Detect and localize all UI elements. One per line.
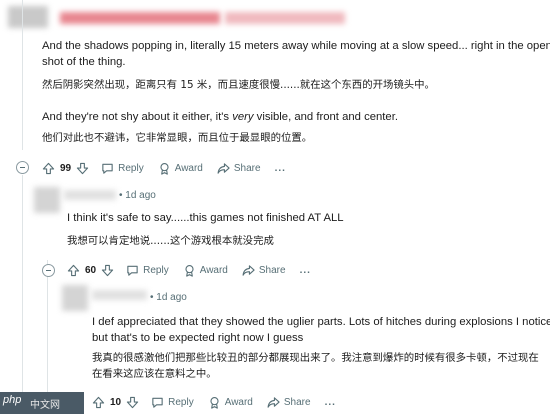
award-icon (185, 264, 194, 277)
more-icon[interactable]: ... (325, 397, 336, 408)
comment-2-actions: 60 Reply Award Share ... (67, 261, 311, 279)
comment-1-award-button[interactable]: Award (158, 162, 203, 175)
redacted-header-meta (225, 12, 345, 24)
comment-3-meta: • 1d ago (150, 292, 187, 303)
comment-2-time: 1d ago (125, 190, 156, 201)
upvote-icon[interactable] (42, 162, 55, 175)
comment-1-reply-label: Reply (118, 162, 144, 174)
comment-3-score: 10 (110, 396, 122, 408)
comment-2-award-label: Award (199, 264, 228, 276)
award-icon (160, 162, 169, 175)
comment-2-translation: 我想可以肯定地说......这个游戏根本就没完成 (67, 235, 274, 247)
comment-2-reply-label: Reply (143, 264, 169, 276)
comment-2-username (64, 190, 116, 200)
comment-1-actions: 99 Reply Award Share ... (42, 159, 286, 177)
comment-3-actions: 10 Reply Award Share ... (92, 393, 336, 411)
downvote-icon[interactable] (126, 396, 139, 409)
share-icon (242, 264, 255, 276)
comment-1-line-3-post: visible, and front and center. (253, 111, 398, 123)
comment-3-line-2: but that's to be expected right now I gu… (92, 332, 304, 344)
comment-2-meta: • 1d ago (119, 190, 156, 201)
comment-3-award-label: Award (224, 396, 253, 408)
collapse-icon[interactable] (16, 161, 29, 174)
downvote-icon[interactable] (76, 162, 89, 175)
comment-1-score: 99 (60, 162, 72, 174)
thread-line-root-children (22, 175, 23, 414)
comment-1-share-label: Share (233, 162, 261, 174)
comment-3-share-label: Share (283, 396, 311, 408)
comment-3-line-1: I def appreciated that they showed the u… (92, 316, 550, 328)
comment-1-award-label: Award (174, 162, 203, 174)
comment-1-vote: 99 (42, 162, 89, 175)
share-icon (217, 162, 230, 174)
share-icon (267, 396, 280, 408)
comment-3-reply-label: Reply (168, 396, 194, 408)
downvote-icon[interactable] (101, 264, 114, 277)
comment-2-score: 60 (85, 264, 97, 276)
watermark-site: 中文网 (30, 400, 60, 411)
comment-1-line-3: And they're not shy about it either, it'… (42, 109, 398, 125)
comment-1-line-3-pre: And they're not shy about it either, it'… (42, 111, 233, 123)
thread-line-root (22, 0, 23, 150)
reply-icon (152, 397, 163, 408)
reply-icon (127, 265, 138, 276)
comment-2-share-button[interactable]: Share (242, 264, 286, 277)
comment-3-reply-button[interactable]: Reply (151, 396, 194, 409)
upvote-icon[interactable] (67, 264, 80, 277)
comment-1-line-2: shot of the thing. (42, 56, 126, 68)
comment-1-translation-1: 然后阴影突然出现，距离只有 15 米，而且速度很慢......就在这个东西的开场… (42, 79, 435, 91)
comment-3-username (92, 290, 147, 300)
comment-2-text: I think it's safe to say......this games… (67, 212, 344, 224)
comment-1-share-button[interactable]: Share (217, 162, 261, 175)
comment-3-translation-2: 在看来这应该在意料之中。 (92, 368, 217, 380)
reply-icon (102, 163, 113, 174)
more-icon[interactable]: ... (275, 163, 286, 174)
comment-3-avatar (62, 285, 88, 311)
comment-1-reply-button[interactable]: Reply (101, 162, 144, 175)
award-icon (210, 396, 219, 409)
comment-3-award-button[interactable]: Award (208, 396, 253, 409)
more-icon[interactable]: ... (300, 265, 311, 276)
upvote-icon[interactable] (92, 396, 105, 409)
thread-line-level2 (47, 260, 48, 414)
redacted-header-avatar (8, 6, 48, 28)
comment-1-translation-2: 他们对此也不避讳，它非常显眼，而且位于最显眼的位置。 (42, 132, 313, 144)
comment-3-share-button[interactable]: Share (267, 396, 311, 409)
collapse-icon[interactable] (42, 264, 55, 277)
comment-3-translation-1: 我真的很感激他们把那些比较丑的部分都展现出来了。我注意到爆炸的时候有很多卡顿，不… (92, 352, 539, 364)
comment-2-vote: 60 (67, 264, 114, 277)
comment-2-award-button[interactable]: Award (183, 264, 228, 277)
comment-1-line-3-emphasis: very (232, 111, 254, 123)
comment-3-vote: 10 (92, 396, 139, 409)
comment-2-avatar (34, 187, 60, 213)
watermark: php 中文网 (0, 392, 84, 414)
comment-2-share-label: Share (258, 264, 286, 276)
comment-3-time: 1d ago (156, 292, 187, 303)
comment-1-line-1: And the shadows popping in, literally 15… (42, 40, 550, 52)
redacted-header-name (60, 12, 220, 24)
watermark-logo: php (3, 394, 22, 406)
comment-2-reply-button[interactable]: Reply (126, 264, 169, 277)
